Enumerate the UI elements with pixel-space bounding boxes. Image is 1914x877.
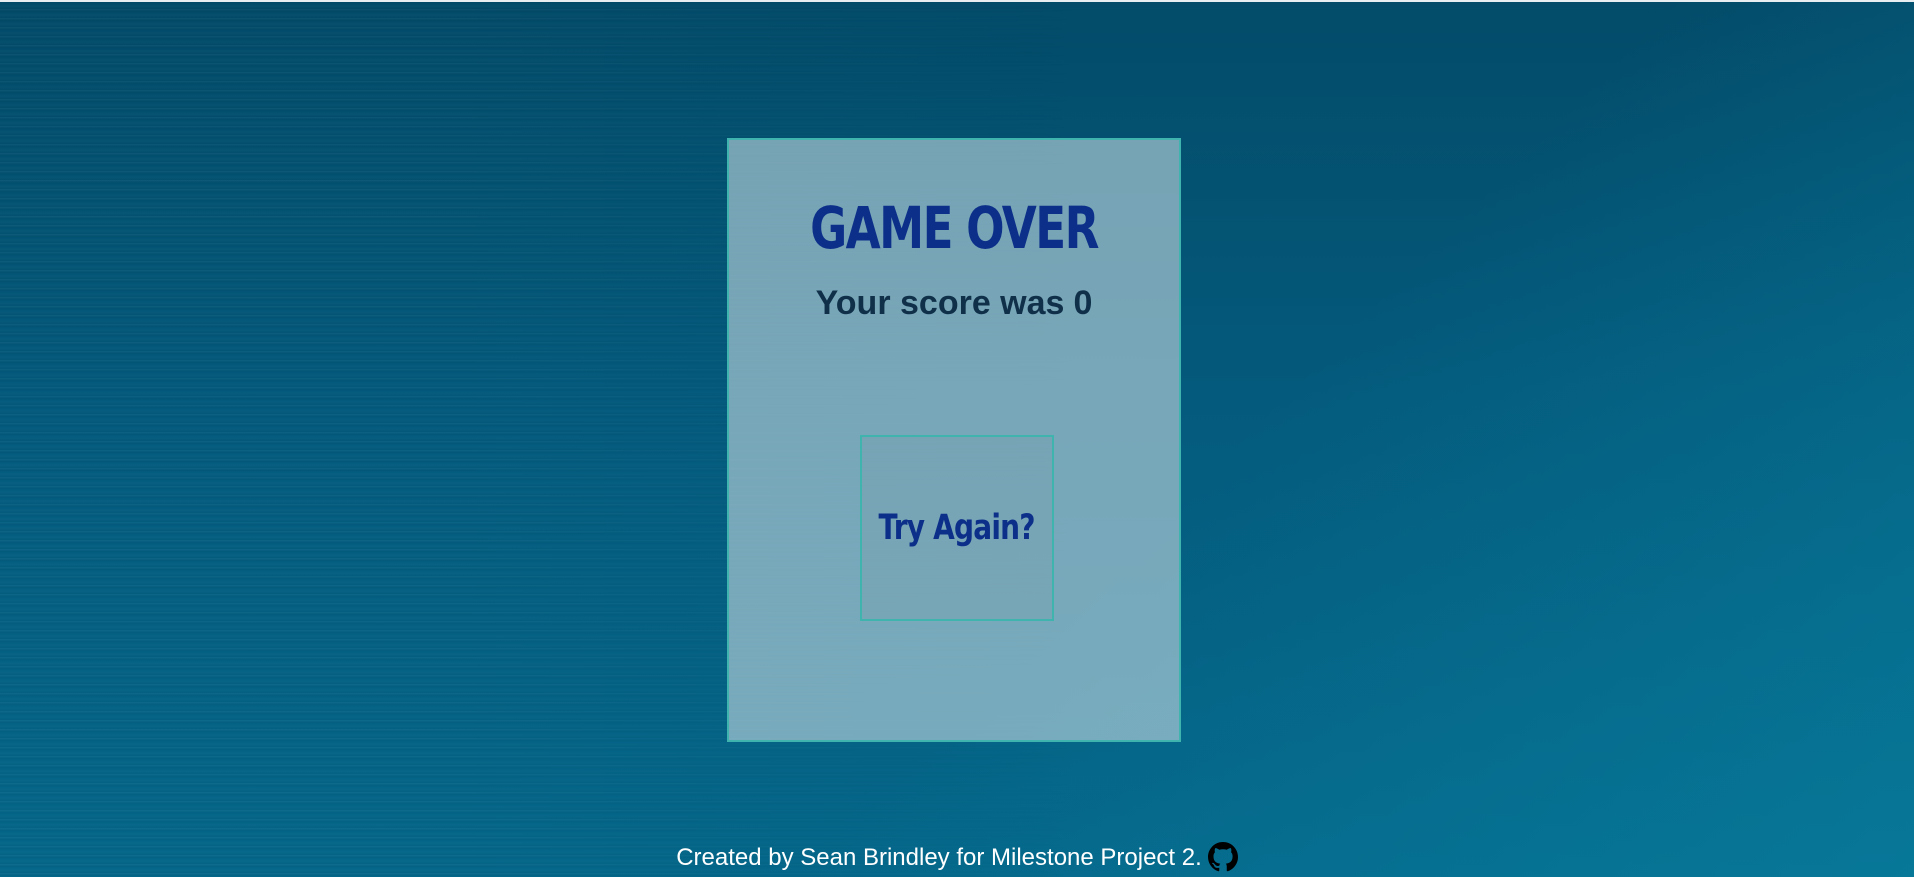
- try-again-label: Try Again?: [878, 508, 1036, 548]
- github-icon[interactable]: [1207, 842, 1238, 872]
- footer: Created by Sean Brindley for Milestone P…: [0, 842, 1914, 872]
- top-border-line: [0, 0, 1914, 2]
- footer-credit-text: Created by Sean Brindley for Milestone P…: [676, 844, 1202, 871]
- score-label: Your score was: [815, 284, 1065, 322]
- try-again-button[interactable]: Try Again?: [860, 435, 1054, 621]
- game-over-card: GAME OVER Your score was 0 Try Again?: [727, 138, 1181, 742]
- final-score: Your score was 0: [729, 284, 1179, 323]
- game-over-title: GAME OVER: [810, 194, 1099, 262]
- score-value: 0: [1073, 284, 1093, 322]
